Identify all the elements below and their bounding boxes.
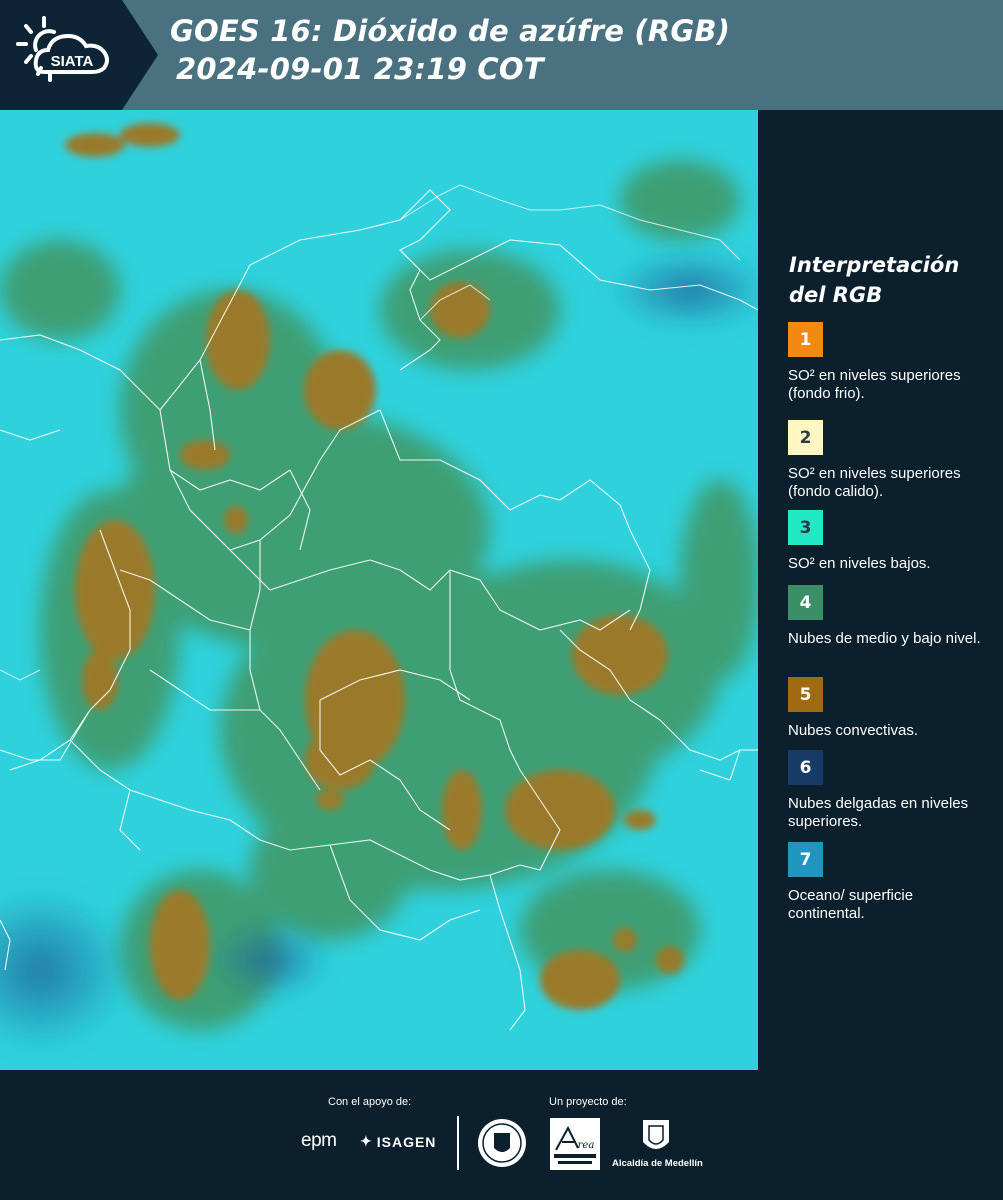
legend-swatch-6: 6	[788, 750, 823, 785]
page-title: GOES 16: Dióxido de azúfre (RGB)	[170, 14, 731, 48]
isagen-label: ISAGEN	[376, 1133, 437, 1150]
medellin-seal-icon	[478, 1119, 526, 1167]
footer-bar: Con el apoyo de: Un proyecto de: epm ✦ I…	[0, 1070, 1003, 1200]
legend-label-6: Nubes delgadas en niveles superiores.	[788, 795, 969, 830]
legend-item-5: 5 Nubes convectivas.	[788, 677, 993, 740]
legend-swatch-5: 5	[788, 677, 823, 712]
legend-swatch-1: 1	[788, 322, 823, 357]
legend-label-7: Oceano/ superficie continental.	[788, 887, 914, 922]
isagen-logo: ✦ ISAGEN	[360, 1133, 436, 1150]
isagen-icon: ✦	[360, 1133, 373, 1149]
legend-item-6: 6 Nubes delgadas en niveles superiores.	[788, 750, 993, 831]
alcaldia-label: Alcaldía de Medellín	[612, 1158, 703, 1169]
legend-item-7: 7 Oceano/ superficie continental.	[788, 842, 993, 923]
footer-divider	[457, 1116, 459, 1170]
legend-item-3: 3 SO² en niveles bajos.	[788, 510, 993, 573]
epm-logo: epm	[301, 1130, 337, 1151]
svg-text:rea: rea	[578, 1140, 595, 1151]
timestamp: 2024-09-01 23:19 COT	[176, 52, 544, 86]
legend-item-4: 4 Nubes de medio y bajo nivel.	[788, 585, 993, 648]
legend-swatch-3: 3	[788, 510, 823, 545]
legend-swatch-2: 2	[788, 420, 823, 455]
legend-swatch-4: 4	[788, 585, 823, 620]
legend-label-1: SO² en niveles superiores (fondo frio).	[788, 367, 961, 402]
legend-label-3: SO² en niveles bajos.	[788, 555, 931, 572]
legend-label-4: Nubes de medio y bajo nivel.	[788, 630, 981, 647]
legend-label-5: Nubes convectivas.	[788, 722, 919, 739]
legend-panel: Interpretación del RGB 1 SO² en niveles …	[760, 110, 1003, 1070]
legend-label-2: SO² en niveles superiores (fondo calido)…	[788, 465, 961, 500]
legend-item-2: 2 SO² en niveles superiores (fondo calid…	[788, 420, 993, 501]
project-caption: Un proyecto de:	[549, 1096, 627, 1108]
legend-title: Interpretación del RGB	[789, 253, 960, 307]
alcaldia-shield-icon	[643, 1120, 669, 1149]
legend-swatch-7: 7	[788, 842, 823, 877]
support-caption: Con el apoyo de:	[328, 1096, 412, 1108]
header-bar: SIATA GOES 16: Dióxido de azúfre (RGB) 2…	[0, 0, 1003, 110]
satellite-map	[0, 110, 758, 1070]
siata-logo-text: SIATA	[51, 53, 94, 70]
area-metropolitana-logo: rea	[550, 1118, 600, 1170]
legend-item-1: 1 SO² en niveles superiores (fondo frio)…	[788, 322, 993, 403]
siata-logo: SIATA	[16, 16, 109, 82]
